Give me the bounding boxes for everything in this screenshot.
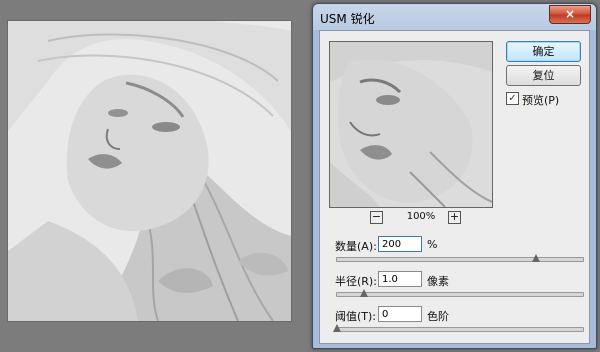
- preview-checkbox-label[interactable]: 预览(P): [522, 92, 559, 108]
- radius-label: 半径(R):: [335, 275, 377, 288]
- portrait-image: [8, 21, 291, 321]
- document-canvas[interactable]: [8, 21, 291, 321]
- zoom-in-button[interactable]: +: [448, 211, 461, 224]
- radius-slider[interactable]: [336, 289, 584, 297]
- close-icon: ×: [564, 7, 576, 21]
- threshold-unit: 色阶: [427, 310, 449, 323]
- dialog-titlebar[interactable]: USM 锐化 ×: [313, 4, 596, 30]
- preview-pane[interactable]: [329, 41, 493, 208]
- dialog-title: USM 锐化: [320, 12, 375, 26]
- dialog-body: − 100% + 确定 复位 ✓ 预览(P) 数量(A): % 半径(R): 像…: [319, 30, 590, 344]
- reset-button[interactable]: 复位: [506, 65, 581, 86]
- radius-input[interactable]: [378, 271, 422, 287]
- threshold-label: 阈值(T):: [335, 310, 377, 323]
- ok-button[interactable]: 确定: [506, 41, 581, 62]
- preview-image: [330, 42, 492, 207]
- close-button[interactable]: ×: [549, 5, 591, 24]
- amount-slider-thumb[interactable]: [532, 254, 541, 262]
- radius-slider-thumb[interactable]: [360, 289, 369, 297]
- threshold-slider-thumb[interactable]: [333, 324, 341, 332]
- amount-label: 数量(A):: [335, 240, 377, 253]
- zoom-out-button[interactable]: −: [370, 211, 383, 224]
- plus-icon: +: [449, 210, 460, 223]
- threshold-slider[interactable]: [333, 324, 584, 332]
- minus-icon: −: [371, 210, 382, 223]
- unsharp-mask-dialog: USM 锐化 × − 100% + 确定 复位 ✓ 预览(P) 数量(A): 2…: [312, 3, 597, 349]
- zoom-level: 100%: [406, 211, 436, 222]
- amount-input[interactable]: [378, 236, 422, 252]
- amount-slider[interactable]: [336, 254, 584, 262]
- preview-checkbox[interactable]: ✓: [506, 92, 519, 105]
- zoom-controls: − 100% +: [370, 211, 461, 225]
- threshold-input[interactable]: [378, 306, 422, 322]
- radius-unit: 像素: [427, 275, 449, 288]
- amount-unit: %: [427, 238, 438, 251]
